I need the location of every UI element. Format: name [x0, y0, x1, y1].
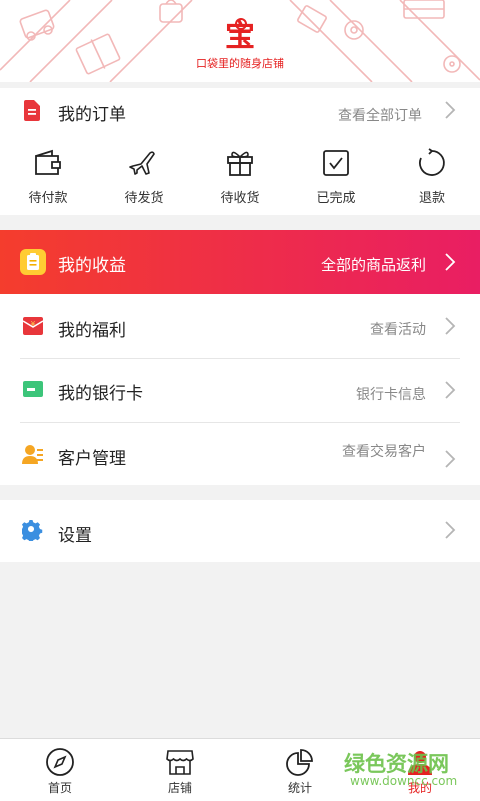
refresh-icon: [419, 148, 445, 176]
earnings-rebates-link: 全部的商品返利: [320, 256, 426, 274]
account-menu: ¥ 我的福利 查看活动 我的银行卡 银行卡信息 客户管理 查看交易客户: [0, 294, 480, 485]
menu-row-title: 我的银行卡: [58, 384, 143, 404]
menu-row-detail: 银行卡信息: [356, 387, 426, 403]
menu-row-detail: 查看活动: [370, 322, 426, 338]
chevron-right-icon: [445, 450, 456, 468]
document-icon: [24, 100, 40, 121]
watermark-url: www.downcc.com: [350, 774, 458, 788]
settings-row[interactable]: 设置: [0, 500, 480, 562]
order-status-label: 待收货: [220, 191, 260, 206]
checkbox-icon: [323, 150, 349, 176]
tab-label: 统计: [287, 781, 312, 795]
order-status-label: 退款: [418, 191, 445, 206]
tab-label: 首页: [47, 781, 72, 795]
gear-icon: [22, 520, 43, 541]
menu-row-detail: 查看交易客户: [342, 444, 426, 460]
app-logo: 宝 口袋里的随身店铺: [0, 18, 480, 71]
chevron-right-icon: [445, 253, 456, 271]
wallet-icon: [35, 149, 61, 175]
chevron-right-icon: [445, 317, 456, 335]
orders-card: 我的订单 查看全部订单 待付款 待发货 待收货 已完成 退款: [0, 88, 480, 215]
bank-card-icon: [23, 381, 43, 397]
gift-icon: [227, 151, 253, 176]
watermark: 绿色资源网 www.downcc.com: [344, 746, 480, 800]
earnings-icon: [20, 249, 46, 275]
order-status-awaiting-receipt[interactable]: 待收货: [192, 148, 288, 206]
app-tagline: 口袋里的随身店铺: [196, 57, 284, 70]
order-status-label: 待发货: [124, 191, 164, 206]
order-status-label: 已完成: [316, 191, 356, 206]
pie-chart-icon: [286, 749, 313, 776]
order-status-label: 待付款: [28, 191, 68, 206]
chevron-right-icon: [445, 381, 456, 399]
chevron-right-icon: [445, 521, 456, 539]
earnings-row[interactable]: 我的收益 全部的商品返利: [0, 230, 480, 294]
tab-home[interactable]: 首页: [0, 739, 120, 801]
orders-header-row[interactable]: 我的订单 查看全部订单: [0, 88, 480, 134]
menu-row-welfare[interactable]: ¥ 我的福利 查看活动: [0, 294, 480, 358]
order-status-pending-payment[interactable]: 待付款: [0, 148, 96, 206]
order-status-awaiting-shipment[interactable]: 待发货: [96, 148, 192, 206]
store-icon: [166, 750, 194, 775]
brand-header: 宝 口袋里的随身店铺: [0, 0, 480, 82]
orders-title: 我的订单: [58, 105, 126, 125]
red-envelope-icon: ¥: [23, 317, 43, 335]
tab-statistics[interactable]: 统计: [240, 739, 360, 801]
view-all-orders-link[interactable]: 查看全部订单: [338, 105, 422, 125]
earnings-title: 我的收益: [58, 256, 126, 276]
tab-store[interactable]: 店铺: [120, 739, 240, 801]
menu-row-bank-card[interactable]: 我的银行卡 银行卡信息: [0, 359, 480, 422]
order-status-completed[interactable]: 已完成: [288, 148, 384, 206]
logo-signal-icon: [235, 18, 247, 30]
customer-icon: [22, 445, 43, 464]
airplane-icon: [129, 151, 155, 175]
tab-label: 店铺: [167, 781, 192, 795]
svg-text:¥: ¥: [31, 320, 36, 328]
menu-row-customers[interactable]: 客户管理 查看交易客户: [0, 423, 480, 485]
chevron-right-icon: [445, 101, 456, 119]
menu-row-title: 客户管理: [58, 449, 126, 469]
order-status-refund[interactable]: 退款: [384, 148, 480, 206]
compass-icon: [46, 748, 74, 776]
menu-row-title: 我的福利: [58, 321, 126, 341]
settings-title: 设置: [58, 526, 92, 546]
